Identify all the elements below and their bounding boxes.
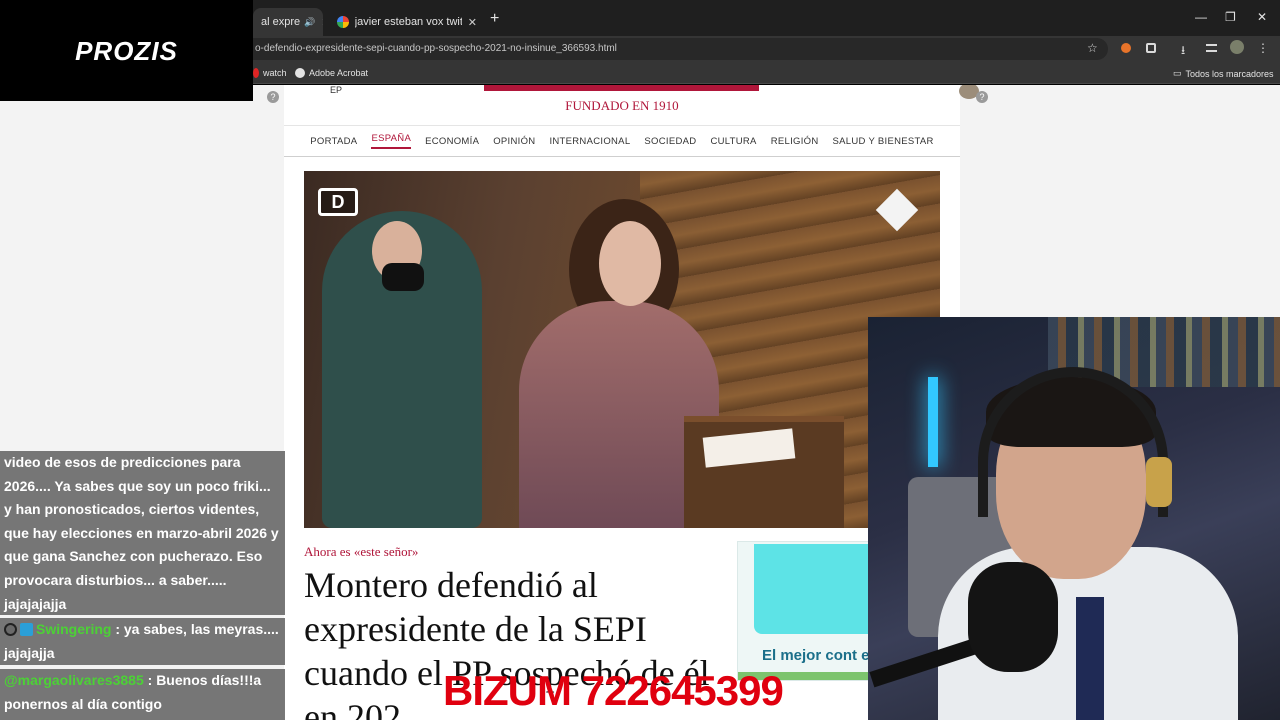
hero-image[interactable]: D [304, 171, 940, 528]
tab-title: al expre [261, 16, 301, 28]
folder-icon: ▭ [1173, 68, 1182, 78]
section-nav: PORTADA ESPAÑA ECONOMÍA OPINIÓN INTERNAC… [284, 125, 960, 157]
bookmark-acrobat[interactable]: Adobe Acrobat [295, 68, 368, 78]
chat-message: Swingering : ya sabes, las meyras.... ja… [0, 618, 285, 665]
tab-search[interactable]: javier esteban vox twitter - Bus ✕ [329, 8, 485, 36]
masthead: EP FUNDADO EN 1910 ? [284, 85, 988, 125]
newspaper-logo[interactable] [484, 85, 759, 91]
nav-item-sociedad[interactable]: SOCIEDAD [644, 136, 696, 147]
star-icon[interactable]: ☆ [1087, 41, 1098, 55]
bookmark-label: watch [263, 68, 287, 78]
masthead-subtitle: FUNDADO EN 1910 [565, 98, 679, 113]
all-bookmarks[interactable]: ▭ Todos los marcadores [1173, 68, 1274, 79]
webcam-feed [868, 317, 1280, 720]
speaker-face [599, 221, 661, 306]
extension-icon[interactable] [1121, 43, 1131, 53]
tab-active[interactable]: al expre 🔊 ✕ [253, 8, 323, 36]
avatar[interactable] [1230, 40, 1244, 54]
audio-icon[interactable]: 🔊 [304, 17, 315, 28]
article-kicker: Ahora es «este señor» [304, 544, 419, 559]
all-bookmarks-label: Todos los marcadores [1185, 68, 1274, 79]
new-tab-button[interactable]: + [490, 10, 499, 28]
sponsor-box: PROZIS [0, 0, 253, 101]
browser-tab-strip: al expre 🔊 ✕ javier esteban vox twitter … [253, 0, 1280, 36]
chat-text: video de esos de predicciones para 2026.… [4, 454, 279, 612]
chat-overlay: video de esos de predicciones para 2026.… [0, 451, 285, 720]
microphone [968, 562, 1058, 672]
bookmark-watch[interactable]: watch [253, 68, 287, 78]
sponsor-logo: PROZIS [75, 36, 178, 66]
close-icon[interactable]: ✕ [321, 16, 323, 29]
nav-item-opinion[interactable]: OPINIÓN [493, 136, 535, 147]
nav-item-portada[interactable]: PORTADA [310, 136, 357, 147]
nav-item-religion[interactable]: RELIGIÓN [771, 136, 819, 147]
tie [1076, 597, 1104, 720]
stream-frame: al expre 🔊 ✕ javier esteban vox twitter … [0, 0, 1280, 720]
address-bar[interactable]: o-defendio-expresidente-sepi-cuando-pp-s… [253, 38, 1108, 60]
help-icon[interactable]: ? [267, 91, 279, 103]
nav-item-cultura[interactable]: CULTURA [710, 136, 756, 147]
minimize-icon[interactable]: — [1195, 10, 1207, 24]
user-avatar [4, 623, 17, 636]
acrobat-icon [295, 68, 305, 78]
browser-toolbar: o-defendio-expresidente-sepi-cuando-pp-s… [253, 36, 1280, 62]
help-icon[interactable]: ? [976, 91, 988, 103]
bookmarks-bar: watch Adobe Acrobat ▭ Todos los marcador… [253, 62, 1280, 84]
chat-message: video de esos de predicciones para 2026.… [0, 451, 285, 615]
led-lamp [928, 377, 938, 467]
tab-title: javier esteban vox twitter - Bus [354, 16, 462, 28]
google-icon [337, 16, 349, 28]
nav-item-espana[interactable]: ESPAÑA [371, 133, 412, 149]
nav-item-salud[interactable]: SALUD Y BIENESTAR [833, 136, 934, 147]
window-close-icon[interactable]: ✕ [1257, 10, 1267, 24]
nav-item-internacional[interactable]: INTERNACIONAL [549, 136, 630, 147]
nav-item-economia[interactable]: ECONOMÍA [425, 136, 479, 147]
face-mask [382, 263, 424, 291]
channel-logo-icon: D [318, 188, 358, 216]
chat-username: @margaolivares3885 [4, 672, 144, 688]
puzzle-icon[interactable] [1146, 43, 1156, 53]
ep-mark: EP [330, 85, 343, 95]
headphone-cup [1146, 457, 1172, 507]
bookmark-icon [253, 68, 259, 78]
member-badge-icon [20, 623, 33, 636]
download-icon[interactable]: ⭳ [1181, 41, 1185, 62]
chat-message: @margaolivares3885 : Buenos días!!!a pon… [0, 669, 285, 720]
menu-icon[interactable]: ⋮ [1257, 41, 1269, 55]
restore-icon[interactable]: ❐ [1225, 10, 1236, 24]
donation-banner: BIZUM 722645399 [443, 667, 784, 714]
media-icon[interactable] [1206, 44, 1217, 52]
chat-username: Swingering [36, 621, 112, 637]
close-icon[interactable]: ✕ [468, 16, 477, 29]
seated-person [322, 211, 482, 528]
bookmark-label: Adobe Acrobat [309, 68, 369, 78]
